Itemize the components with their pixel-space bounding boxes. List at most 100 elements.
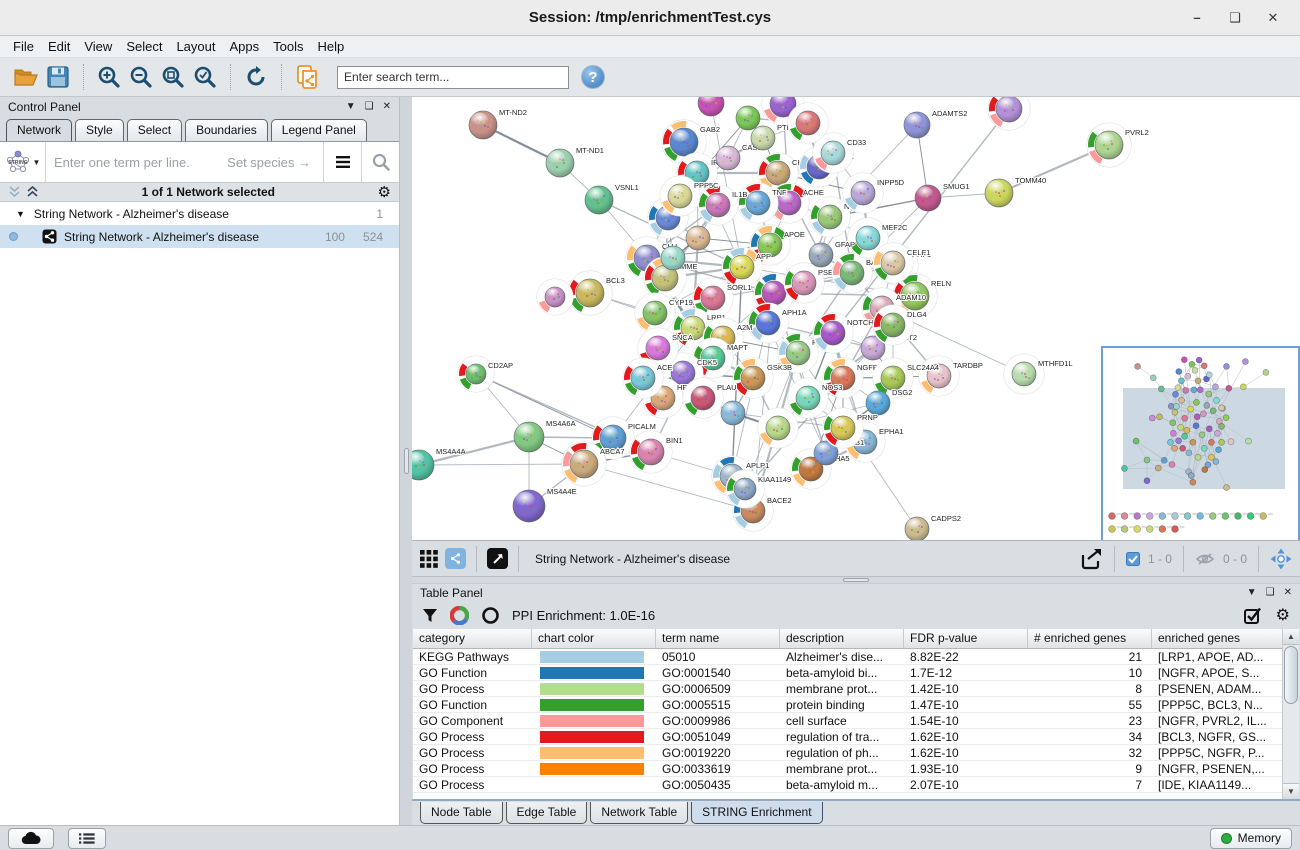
- network-node[interactable]: [988, 97, 1030, 130]
- hidden-eye-icon[interactable]: [1195, 552, 1215, 566]
- table-row[interactable]: KEGG Pathways05010Alzheimer's dise...8.8…: [413, 649, 1299, 665]
- panel-float-icon[interactable]: ❑: [365, 101, 374, 112]
- selected-checkbox-icon[interactable]: [1126, 552, 1140, 566]
- open-session-button[interactable]: [10, 62, 42, 92]
- help-button[interactable]: ?: [581, 65, 605, 89]
- network-collection-row[interactable]: ▼ String Network - Alzheimer's disease 1: [0, 202, 399, 225]
- memory-button[interactable]: Memory: [1210, 828, 1292, 849]
- search-input[interactable]: [337, 66, 569, 89]
- tree-expander-icon[interactable]: ▼: [16, 209, 25, 219]
- string-options-button[interactable]: [323, 142, 361, 182]
- zoom-fit-button[interactable]: [157, 62, 189, 92]
- network-node[interactable]: [736, 106, 760, 130]
- vertical-splitter[interactable]: [400, 97, 412, 825]
- network-node[interactable]: ABCA7: [562, 442, 625, 486]
- scroll-up-button[interactable]: ▲: [1283, 629, 1299, 645]
- network-node[interactable]: TOMM40: [985, 176, 1046, 207]
- network-node[interactable]: PVRL2: [1087, 123, 1149, 167]
- collapse-all-icon[interactable]: [8, 186, 21, 198]
- gear-icon[interactable]: ⚙: [1276, 605, 1290, 625]
- network-node[interactable]: TARDBP: [919, 356, 983, 396]
- network-node[interactable]: [758, 408, 798, 448]
- network-node[interactable]: MTHFD1L: [1004, 354, 1073, 394]
- tab-legend-panel[interactable]: Legend Panel: [271, 119, 367, 141]
- tab-string-enrichment[interactable]: STRING Enrichment: [691, 802, 822, 824]
- menu-item-help[interactable]: Help: [311, 37, 352, 56]
- birdseye-view[interactable]: [1101, 346, 1300, 540]
- grid-mode-icon[interactable]: [420, 550, 438, 568]
- menu-item-file[interactable]: File: [6, 37, 41, 56]
- zoom-out-button[interactable]: [125, 62, 157, 92]
- column-header[interactable]: term name: [656, 629, 780, 648]
- column-header[interactable]: enriched genes: [1152, 629, 1299, 648]
- table-row[interactable]: GO FunctionGO:0001540beta-amyloid bi...1…: [413, 665, 1299, 681]
- menu-item-tools[interactable]: Tools: [266, 37, 310, 56]
- menu-item-layout[interactable]: Layout: [169, 37, 222, 56]
- splitter-grip[interactable]: [404, 448, 409, 474]
- annotation-mode-icon[interactable]: [487, 548, 508, 569]
- panel-close-icon[interactable]: ✕: [383, 101, 391, 112]
- tab-edge-table[interactable]: Edge Table: [506, 802, 588, 824]
- splitter-grip[interactable]: [843, 578, 869, 582]
- tab-network[interactable]: Network: [6, 119, 72, 141]
- network-node[interactable]: MT-ND2: [469, 108, 527, 139]
- string-database-selector[interactable]: STRING ▼: [0, 142, 46, 182]
- network-node[interactable]: MS4A4A: [412, 447, 466, 480]
- close-button[interactable]: ✕: [1254, 10, 1292, 26]
- menu-item-edit[interactable]: Edit: [41, 37, 77, 56]
- string-query-field[interactable]: Enter one term per line. Set species →: [46, 155, 323, 170]
- column-header[interactable]: FDR p-value: [904, 629, 1028, 648]
- tab-style[interactable]: Style: [75, 119, 124, 141]
- network-node[interactable]: INPP5D: [843, 173, 905, 213]
- network-node[interactable]: CADPS2: [905, 514, 961, 540]
- table-row[interactable]: GO ProcessGO:0019220regulation of ph...1…: [413, 745, 1299, 761]
- network-node[interactable]: VSNL1: [585, 183, 639, 214]
- menu-item-view[interactable]: View: [77, 37, 119, 56]
- network-node[interactable]: [721, 401, 745, 425]
- network-node[interactable]: BCL3: [568, 271, 625, 315]
- scrollbar-thumb[interactable]: [1284, 646, 1298, 704]
- zoom-in-button[interactable]: [93, 62, 125, 92]
- network-row[interactable]: String Network - Alzheimer's disease 100…: [0, 225, 399, 248]
- export-network-icon[interactable]: [1079, 548, 1103, 570]
- panel-close-icon[interactable]: ✕: [1284, 587, 1292, 598]
- network-node[interactable]: MT-ND1: [546, 146, 604, 177]
- panel-menu-icon[interactable]: ▼: [1247, 587, 1257, 598]
- menu-item-apps[interactable]: Apps: [223, 37, 267, 56]
- network-node[interactable]: [686, 226, 710, 250]
- network-node[interactable]: ADAMTS2: [904, 109, 967, 138]
- gear-icon[interactable]: ⚙: [378, 183, 391, 201]
- table-row[interactable]: GO ComponentGO:0009986cell surface1.54E-…: [413, 713, 1299, 729]
- network-node[interactable]: [661, 246, 685, 270]
- zoom-selected-button[interactable]: [189, 62, 221, 92]
- string-search-button[interactable]: [361, 142, 399, 182]
- network-node[interactable]: [698, 97, 724, 116]
- ring-chart-icon[interactable]: [481, 606, 500, 625]
- table-scrollbar[interactable]: ▲ ▼: [1282, 629, 1299, 799]
- table-row[interactable]: GO ProcessGO:0050435beta-amyloid m...2.0…: [413, 777, 1299, 793]
- filter-icon[interactable]: [422, 608, 438, 623]
- network-node[interactable]: [537, 279, 573, 315]
- refresh-button[interactable]: [240, 62, 272, 92]
- table-row[interactable]: GO ProcessGO:0033619membrane prot...1.93…: [413, 761, 1299, 777]
- network-node[interactable]: [788, 103, 828, 143]
- panel-float-icon[interactable]: ❑: [1266, 587, 1275, 598]
- column-header[interactable]: category: [413, 629, 532, 648]
- column-header[interactable]: # enriched genes: [1028, 629, 1152, 648]
- tab-boundaries[interactable]: Boundaries: [185, 119, 268, 141]
- network-node[interactable]: SMUG1: [915, 182, 970, 211]
- table-row[interactable]: GO FunctionGO:0005515protein binding1.47…: [413, 697, 1299, 713]
- network-node[interactable]: CD33: [813, 133, 866, 173]
- maximize-button[interactable]: ❑: [1216, 10, 1254, 26]
- network-node[interactable]: MS4A6A: [514, 419, 576, 452]
- clone-network-button[interactable]: [291, 62, 323, 92]
- network-node[interactable]: BIN1: [630, 431, 683, 473]
- table-row[interactable]: GO ProcessGO:0006509membrane prot...1.42…: [413, 681, 1299, 697]
- table-row[interactable]: GO ProcessGO:0051049regulation of tra...…: [413, 729, 1299, 745]
- horizontal-splitter[interactable]: [412, 577, 1300, 584]
- navigate-compass-icon[interactable]: [1270, 548, 1292, 570]
- cloud-tasks-button[interactable]: [8, 828, 54, 849]
- tab-select[interactable]: Select: [127, 119, 182, 141]
- network-node[interactable]: MS4A4E: [513, 487, 577, 522]
- tab-node-table[interactable]: Node Table: [420, 802, 503, 824]
